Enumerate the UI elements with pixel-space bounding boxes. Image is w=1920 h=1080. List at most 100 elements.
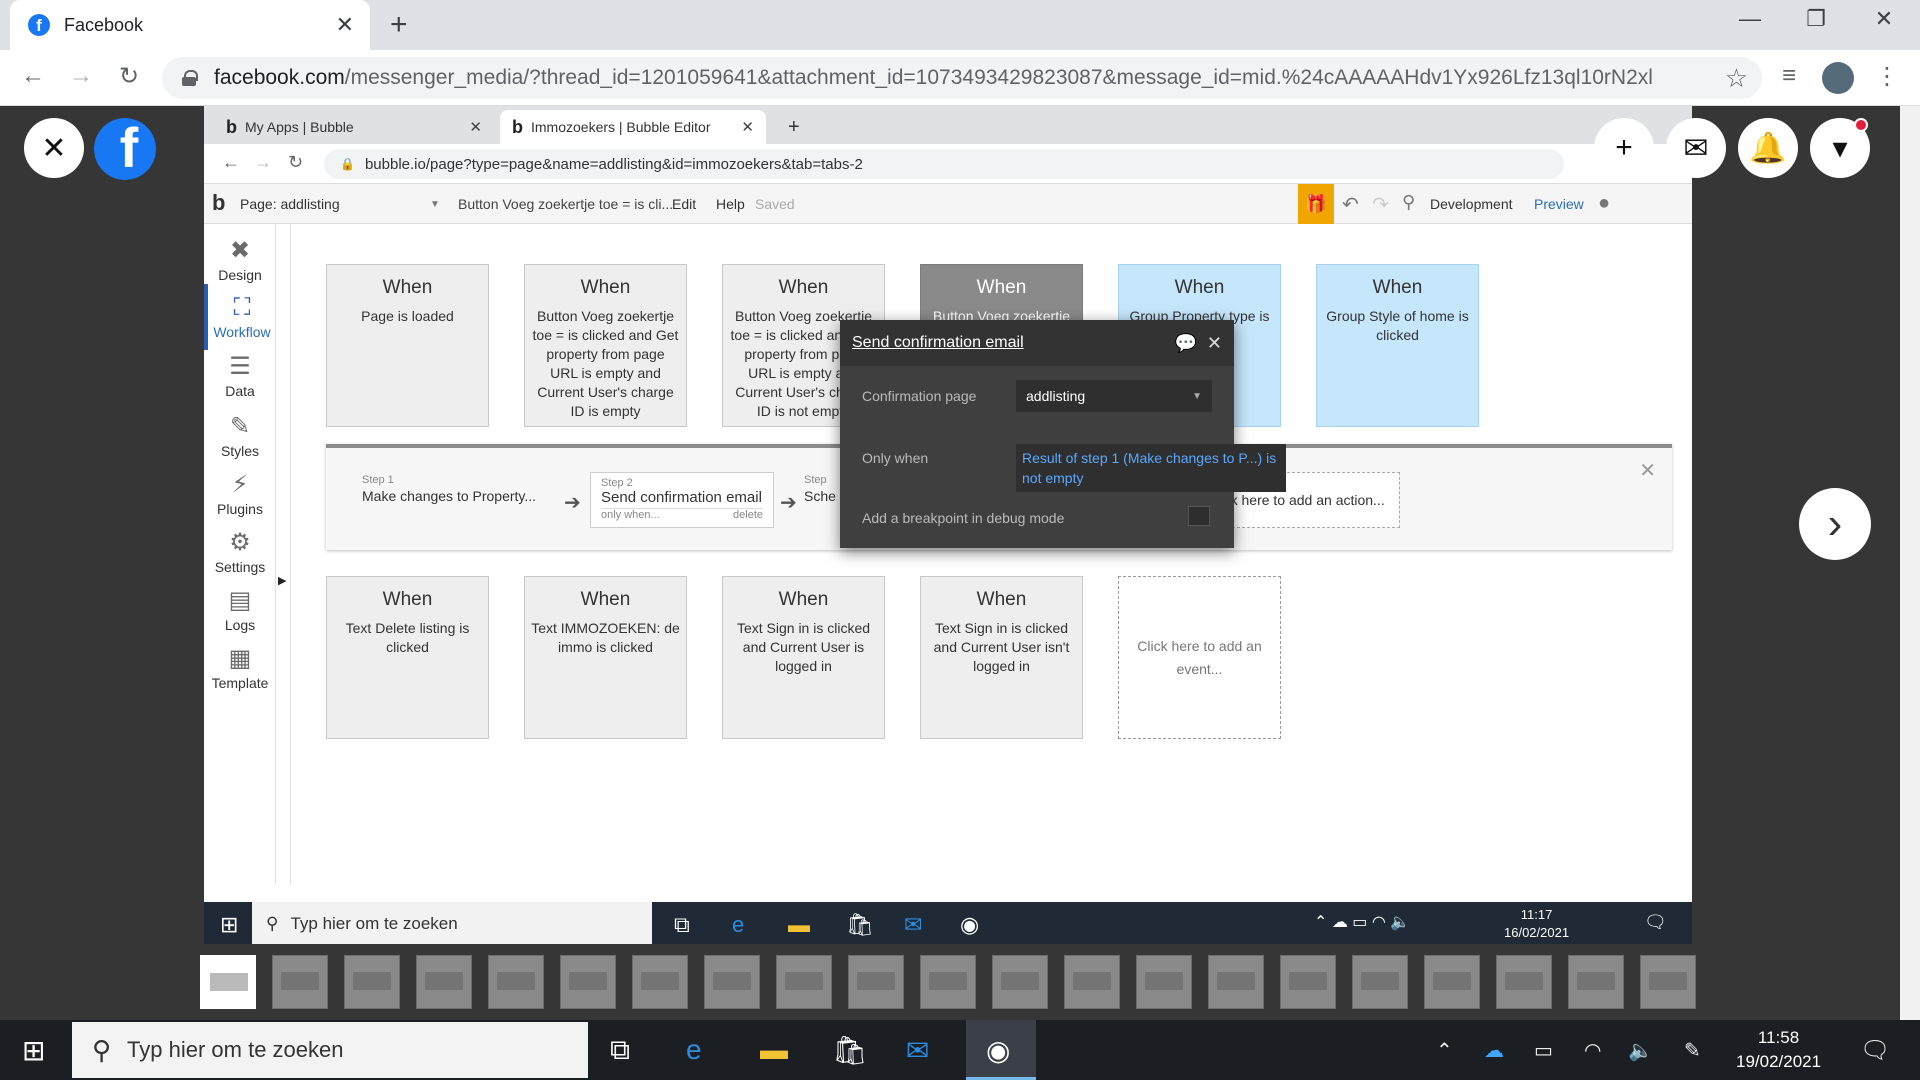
wifi-icon[interactable]: ◠ (1584, 1038, 1601, 1063)
windows-start-icon[interactable]: ⊞ (22, 1034, 45, 1067)
thumbnail[interactable] (848, 955, 904, 1009)
onedrive-icon[interactable]: ☁ (1484, 1038, 1504, 1063)
close-icon: ✕ (741, 119, 754, 136)
mail-icon: ✉ (904, 912, 923, 937)
volume-icon[interactable]: 🔈 (1628, 1038, 1653, 1063)
screenshot-image: b My Apps | Bubble ✕ b Immozoekers | Bub… (204, 106, 1692, 944)
task-view-icon[interactable]: ⧉ (610, 1034, 630, 1067)
account-menu-button[interactable]: ▾ (1810, 118, 1870, 178)
thumbnail[interactable] (1640, 955, 1696, 1009)
reload-icon: ↻ (288, 152, 304, 172)
thumbnail[interactable] (632, 955, 688, 1009)
event-card: When Text Sign in is clicked and Current… (722, 576, 885, 739)
arrow-right-icon: ➔ (780, 492, 797, 514)
thumbnail[interactable] (1064, 955, 1120, 1009)
file-explorer-icon[interactable]: ▬ (760, 1034, 788, 1066)
battery-icon[interactable]: ▭ (1534, 1038, 1553, 1063)
messenger-icon[interactable]: ✉ (1666, 118, 1726, 178)
action-property-editor: Send confirmation email 💬 ✕ Confirmation… (840, 320, 1286, 548)
notifications-bell-icon[interactable]: 🔔 (1738, 118, 1798, 178)
new-tab-button[interactable]: + (390, 8, 408, 42)
next-image-button[interactable]: › (1799, 488, 1871, 560)
menu-dots-icon[interactable]: ⋮ (1870, 62, 1904, 91)
forward-icon: → (254, 152, 272, 172)
pen-icon[interactable]: ✎ (1684, 1038, 1701, 1063)
restore-icon[interactable]: ❐ (1796, 6, 1836, 32)
close-tab-icon[interactable]: ✕ (336, 12, 354, 38)
bubble-favicon-icon: b (512, 116, 523, 137)
thumbnail[interactable] (560, 955, 616, 1009)
inner-tab-editor: b Immozoekers | Bubble Editor ✕ (500, 110, 766, 144)
bookmark-star-icon[interactable]: ☆ (1725, 63, 1748, 94)
thumbnail[interactable] (920, 955, 976, 1009)
media-control-icon[interactable]: ≡ (1772, 62, 1806, 90)
back-icon: ← (222, 152, 240, 172)
taskbar-search[interactable]: ⚲ Typ hier om te zoeken (72, 1022, 588, 1078)
tab-facebook[interactable]: f Facebook ✕ (10, 0, 370, 50)
thumbnail[interactable] (776, 955, 832, 1009)
thumbnail[interactable] (1280, 955, 1336, 1009)
taskbar-date: 19/02/2021 (1736, 1052, 1822, 1071)
action-center-icon[interactable]: 🗨 (1860, 1036, 1890, 1065)
notification-icon: 🗨 (1644, 912, 1667, 932)
taskbar-clock[interactable]: 11:58 19/02/2021 (1736, 1026, 1821, 1074)
store-icon[interactable]: 🛍 (832, 1034, 868, 1067)
minimize-icon[interactable]: — (1730, 6, 1770, 32)
thumbnail[interactable] (272, 955, 328, 1009)
mail-icon[interactable]: ✉ (906, 1034, 929, 1067)
chevron-down-icon: ▼ (1192, 390, 1202, 402)
inner-search-placeholder: Typ hier om te zoeken (290, 914, 458, 933)
thumbnail[interactable] (1208, 955, 1264, 1009)
thumbnail[interactable] (1424, 955, 1480, 1009)
show-hidden-icons-icon[interactable]: ⌃ (1436, 1038, 1453, 1063)
thumbnail[interactable] (704, 955, 760, 1009)
caret-down-icon: ▾ (1832, 131, 1848, 165)
thumbnail[interactable] (1136, 955, 1192, 1009)
inner-tab-label: Immozoekers | Bubble Editor (531, 119, 711, 135)
event-card: When Text IMMOZOEKEN: de immo is clicked (524, 576, 687, 739)
thumbnail[interactable] (1496, 955, 1552, 1009)
reload-icon[interactable]: ↻ (112, 62, 146, 91)
store-icon: 🛍 (846, 912, 874, 937)
facebook-logo-icon[interactable]: f (94, 118, 156, 180)
vertical-scrollbar[interactable] (1900, 106, 1920, 1020)
thumbnail[interactable] (416, 955, 472, 1009)
address-bar[interactable]: facebook.com/messenger_media/?thread_id=… (162, 57, 1762, 99)
profile-avatar[interactable] (1822, 62, 1854, 94)
edge-icon[interactable]: e (686, 1034, 702, 1066)
taskbar-time: 11:58 (1757, 1028, 1800, 1047)
window-close-icon[interactable]: ✕ (1864, 6, 1904, 32)
inner-taskbar-search: ⚲ Typ hier om te zoeken (252, 902, 652, 944)
file-explorer-icon: ▬ (788, 912, 810, 937)
sidebar-item-label: Plugins (217, 500, 263, 517)
step-number: Step 2 (601, 477, 633, 489)
sidebar-item-plugins: ⚡ Plugins (204, 460, 276, 526)
thumbnail[interactable] (992, 955, 1048, 1009)
thumbnail[interactable] (488, 955, 544, 1009)
sidebar-item-data: ☰ Data (204, 342, 276, 408)
breakpoint-checkbox (1188, 506, 1210, 526)
delete-link: delete (733, 509, 763, 521)
step-1: Step 1 Make changes to Property... (362, 474, 536, 504)
caret-right-icon: ▶ (278, 575, 287, 587)
design-icon: ✖ (229, 236, 251, 264)
create-button[interactable]: + (1594, 118, 1654, 178)
event-card: When Group Style of home is clicked (1316, 264, 1479, 427)
thumbnail[interactable] (1352, 955, 1408, 1009)
thumbnail[interactable] (1568, 955, 1624, 1009)
thumbnail[interactable] (200, 955, 256, 1009)
back-icon[interactable]: ← (16, 62, 50, 90)
url-path: /messenger_media/?thread_id=1201059641&a… (344, 66, 1653, 89)
chrome-taskbar-button[interactable]: ◉ (966, 1020, 1036, 1080)
sidebar-item-label: Data (225, 382, 255, 399)
event-description: Page is loaded (361, 308, 454, 324)
popup-header: Send confirmation email 💬 ✕ (840, 320, 1234, 366)
inner-toolbar: ← → ↻ 🔒 bubble.io/page?type=page&name=ad… (204, 144, 1692, 184)
event-when: When (580, 277, 631, 298)
bubble-sidebar: ✖ Design ⛶ Workflow ☰ Data ✎ Styles ⚡ Pl… (204, 224, 286, 884)
forward-icon[interactable]: → (64, 62, 98, 90)
thumbnail[interactable] (344, 955, 400, 1009)
step-number: Step 1 (362, 474, 394, 486)
close-viewer-button[interactable]: ✕ (24, 118, 84, 178)
bubble-top-bar: b Page: addlisting ▼ Button Voeg zoekert… (204, 184, 1692, 224)
